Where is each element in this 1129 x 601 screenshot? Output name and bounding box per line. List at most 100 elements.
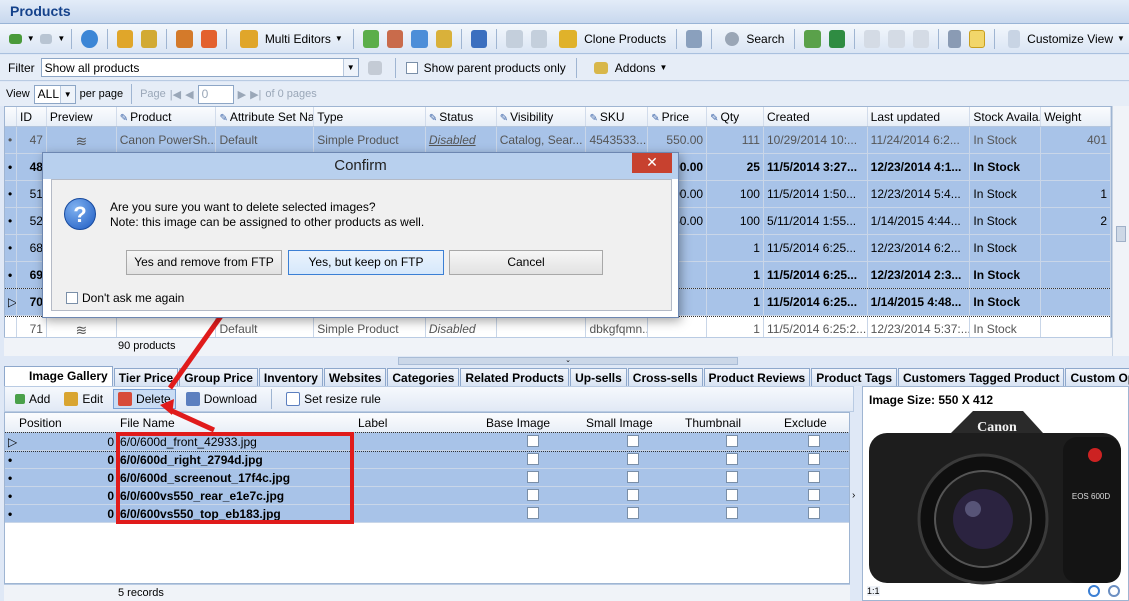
cell-stock[interactable]: In Stock: [970, 127, 1042, 153]
next-page-icon[interactable]: ▶: [238, 88, 246, 101]
base-image-checkbox[interactable]: [527, 471, 539, 483]
fit-window-icon[interactable]: [968, 29, 986, 48]
zoom-icon[interactable]: [1108, 585, 1120, 597]
columns-icon[interactable]: [863, 29, 881, 48]
table-row[interactable]: • 0 6/0/600vs550_rear_e1e7c.jpg: [5, 487, 849, 505]
table-row[interactable]: • 0 6/0/600d_right_2794d.jpg: [5, 451, 849, 469]
cell-position[interactable]: 0: [17, 487, 117, 504]
cell-weight[interactable]: [1041, 262, 1111, 288]
table-row[interactable]: • 47 ≋ Canon PowerSh... Default Simple Produc…: [5, 127, 1111, 154]
rotate-icon[interactable]: [1088, 585, 1100, 597]
forward-dropdown-icon[interactable]: ▼: [57, 34, 65, 43]
column-header-base-image[interactable]: Base Image: [483, 413, 583, 432]
column-header-created[interactable]: Created: [764, 107, 868, 126]
column-header-type[interactable]: Type: [314, 107, 426, 126]
column-header-status[interactable]: ✎ Status: [426, 107, 497, 126]
cell-weight[interactable]: 1: [1041, 181, 1111, 207]
cell-stock[interactable]: In Stock: [970, 289, 1042, 315]
cell-position[interactable]: 0: [17, 469, 117, 486]
download-image-button[interactable]: Download: [182, 390, 261, 408]
cell-label[interactable]: [355, 433, 483, 450]
small-image-checkbox[interactable]: [626, 453, 639, 465]
column-header-attribute-set[interactable]: ✎Attribute Set Na...: [216, 107, 315, 126]
dialog-close-button[interactable]: ✕: [632, 153, 672, 173]
edit-product-icon[interactable]: [140, 29, 158, 48]
exclude-checkbox[interactable]: [808, 471, 820, 483]
tags-icon[interactable]: [435, 29, 453, 48]
cell-id[interactable]: 47: [17, 127, 47, 153]
chevron-down-icon[interactable]: ▼: [342, 59, 358, 76]
cell-stock[interactable]: In Stock: [970, 181, 1042, 207]
cell-created[interactable]: 5/11/2014 1:55...: [764, 208, 868, 234]
search-button[interactable]: Search: [718, 30, 788, 48]
last-page-icon[interactable]: ▶|: [250, 88, 261, 101]
add-product-icon[interactable]: [116, 29, 133, 48]
tab-product-tags[interactable]: Product Tags: [811, 368, 897, 386]
copy-icon[interactable]: [506, 29, 523, 48]
shield-icon[interactable]: [471, 29, 488, 48]
base-image-checkbox[interactable]: [527, 435, 539, 447]
tab-image-gallery[interactable]: Image Gallery: [4, 366, 113, 386]
export-icon[interactable]: [686, 29, 703, 48]
cell-last-updated[interactable]: 1/14/2015 4:44...: [868, 208, 971, 234]
refresh-icon[interactable]: [81, 29, 98, 48]
tab-customers-tagged[interactable]: Customers Tagged Product: [898, 368, 1065, 386]
tab-related-products[interactable]: Related Products: [460, 368, 570, 386]
exclude-checkbox[interactable]: [808, 453, 820, 465]
tab-custom-options[interactable]: Custom Options: [1065, 368, 1129, 386]
tab-inventory[interactable]: Inventory: [258, 368, 323, 386]
edit-image-button[interactable]: Edit: [60, 390, 107, 408]
excel-icon[interactable]: [828, 29, 846, 48]
images-icon[interactable]: [411, 29, 428, 48]
scrollbar-thumb[interactable]: [1116, 226, 1126, 242]
cell-created[interactable]: 11/5/2014 1:50...: [764, 181, 868, 207]
small-image-checkbox[interactable]: [626, 471, 639, 483]
per-page-select[interactable]: ALL ▼: [33, 84, 76, 104]
cell-last-updated[interactable]: 12/23/2014 2:3...: [868, 262, 971, 288]
back-dropdown-icon[interactable]: ▼: [27, 34, 35, 43]
base-image-checkbox[interactable]: [527, 489, 539, 501]
thumbnail-checkbox[interactable]: [725, 489, 738, 501]
cell-qty[interactable]: 100: [707, 181, 764, 207]
cell-last-updated[interactable]: 1/14/2015 4:48...: [868, 289, 971, 315]
column-header-qty[interactable]: ✎ Qty: [707, 107, 764, 126]
tab-tier-price[interactable]: Tier Price: [113, 368, 179, 386]
cell-preview[interactable]: ≋: [47, 127, 117, 153]
cell-created[interactable]: 11/5/2014 6:25...: [764, 289, 868, 315]
filter-select[interactable]: Show all products ▼: [40, 58, 359, 77]
cell-file-name[interactable]: 6/0/600d_front_42933.jpg: [117, 433, 355, 450]
collapse-panel-icon[interactable]: ›: [852, 490, 855, 501]
column-header-weight[interactable]: Weight: [1041, 107, 1111, 126]
cell-position[interactable]: 0: [17, 433, 117, 450]
cell-weight[interactable]: [1041, 235, 1111, 261]
cell-file-name[interactable]: 6/0/600vs550_top_eb183.jpg: [117, 505, 355, 522]
thumbnail-checkbox[interactable]: [725, 471, 738, 483]
cell-created[interactable]: 10/29/2014 10:...: [764, 127, 868, 153]
column-header-thumbnail[interactable]: Thumbnail: [682, 413, 781, 432]
base-image-checkbox[interactable]: [527, 507, 539, 519]
cell-file-name[interactable]: 6/0/600d_right_2794d.jpg: [117, 451, 355, 468]
base-image-checkbox[interactable]: [527, 453, 539, 465]
small-image-checkbox[interactable]: [626, 489, 639, 501]
cell-last-updated[interactable]: 12/23/2014 6:2...: [868, 235, 971, 261]
cell-weight[interactable]: 2: [1041, 208, 1111, 234]
set-resize-rule-button[interactable]: Set resize rule: [282, 390, 385, 408]
column-header-last-updated[interactable]: Last updated: [868, 107, 971, 126]
cell-last-updated[interactable]: 12/23/2014 5:4...: [868, 181, 971, 207]
delete-image-button[interactable]: Delete: [113, 389, 176, 409]
cell-stock[interactable]: In Stock: [970, 154, 1042, 180]
exclude-checkbox[interactable]: [808, 435, 820, 447]
forward-arrow-icon[interactable]: [39, 33, 53, 44]
exclude-checkbox[interactable]: [808, 489, 820, 501]
cell-created[interactable]: 11/5/2014 3:27...: [764, 154, 868, 180]
page-input[interactable]: 0: [197, 84, 234, 104]
cell-stock[interactable]: In Stock: [970, 235, 1042, 261]
cell-last-updated[interactable]: 11/24/2014 6:2...: [868, 127, 971, 153]
cell-qty[interactable]: 1: [707, 262, 764, 288]
cell-position[interactable]: 0: [17, 505, 117, 522]
attributes-icon[interactable]: [387, 29, 404, 48]
cell-status[interactable]: Disabled: [426, 127, 497, 153]
panel-splitter[interactable]: ⌄: [398, 357, 738, 365]
paste-icon[interactable]: [530, 29, 548, 48]
cell-product[interactable]: Canon PowerSh...: [117, 127, 217, 153]
